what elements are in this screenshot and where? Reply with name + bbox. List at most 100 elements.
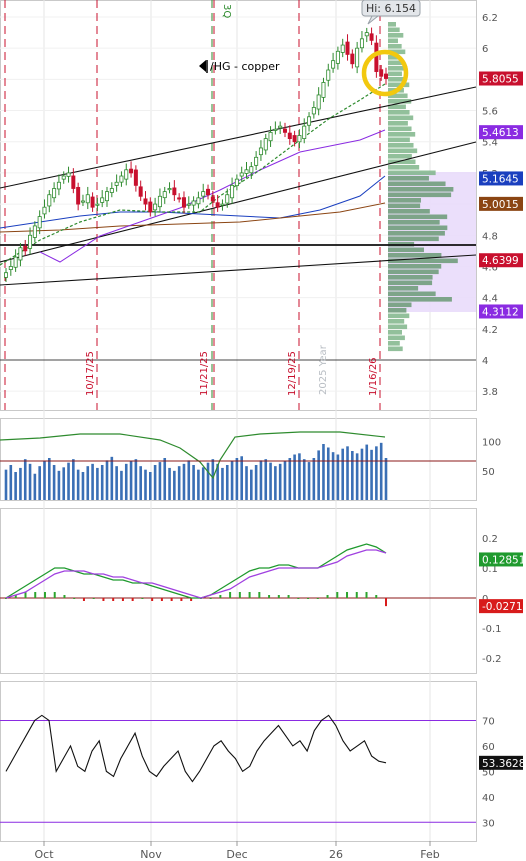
price-tag-label: 4.6399 <box>482 255 519 267</box>
volume-profile-bar <box>388 214 448 220</box>
volume-bar <box>139 466 142 500</box>
macd-histogram-bar <box>316 598 319 599</box>
time-tick-label: Dec <box>226 848 247 861</box>
candle-body <box>85 194 90 204</box>
volume-bar <box>38 466 41 500</box>
volume-profile-bar <box>388 231 445 236</box>
macd-histogram-bar <box>287 595 290 598</box>
candle-body <box>273 128 278 131</box>
volume-bar <box>225 465 229 500</box>
rsi-tick-label: 70 <box>482 716 495 727</box>
volume-profile-bar <box>388 110 410 115</box>
volume-bar <box>96 467 99 500</box>
candle-body <box>307 116 312 126</box>
candle-body <box>220 203 225 206</box>
volume-bar <box>120 470 123 500</box>
volume-bar <box>177 466 181 500</box>
price-tag-label: 5.8055 <box>482 74 519 86</box>
macd-histogram-bar <box>346 592 349 598</box>
candle-body <box>263 138 268 151</box>
candle-body <box>8 266 13 270</box>
volume-bar <box>134 459 138 500</box>
candle-body <box>18 247 23 261</box>
volume-profile-bar <box>388 38 398 44</box>
candle-body <box>321 82 326 98</box>
volume-profile-bar <box>388 192 452 198</box>
price-tick-label: 6.2 <box>482 13 498 24</box>
volume-bar <box>14 472 17 500</box>
candle-body <box>177 197 182 200</box>
volume-bar <box>302 459 306 500</box>
volume-bar <box>384 458 388 500</box>
candle-body <box>282 128 287 133</box>
volume-profile-bar <box>388 165 420 170</box>
candle-body <box>364 32 369 37</box>
volume-bar <box>230 461 234 500</box>
candle-body <box>186 203 191 206</box>
price-tick-label: 4 <box>482 356 488 367</box>
macd-histogram-bar <box>258 592 261 598</box>
price-tick-label: 4.2 <box>482 325 498 336</box>
candle-body <box>109 188 114 193</box>
volume-bar <box>163 458 167 500</box>
candle-body <box>157 195 162 208</box>
volume-profile-bar <box>388 258 458 264</box>
macd-histogram-bar <box>268 595 271 598</box>
volume-profile-bar <box>388 264 442 269</box>
volume-profile-bar <box>388 324 408 330</box>
candle-body <box>52 188 57 199</box>
volume-bar <box>240 456 243 500</box>
volume-bar <box>322 444 325 500</box>
volume-bar <box>201 467 205 500</box>
volume-bar <box>144 469 147 500</box>
candle-body <box>201 191 206 197</box>
macd-histogram-bar <box>355 592 358 598</box>
volume-profile-bar <box>388 33 404 38</box>
candle-body <box>71 175 76 189</box>
volume-bar <box>331 452 335 500</box>
volume-profile-bar <box>388 126 412 132</box>
macd-histogram-bar <box>73 598 76 599</box>
volume-bar <box>129 461 133 500</box>
candle-body <box>278 125 283 129</box>
volume-profile-bar <box>388 137 410 143</box>
volume-bar <box>100 465 104 500</box>
volume-profile-bar <box>388 341 400 346</box>
volume-tick-label: 50 <box>482 467 495 478</box>
candle-body <box>148 201 153 213</box>
volume-profile-bar <box>388 121 408 126</box>
volume-bar <box>52 465 56 500</box>
candle-body <box>311 107 316 115</box>
candle-body <box>191 200 196 206</box>
time-tick-label: Oct <box>34 848 54 861</box>
candle-body <box>37 216 42 229</box>
volume-profile-bar <box>388 209 430 214</box>
macd-histogram-bar <box>131 598 134 601</box>
macd-histogram-bar <box>229 592 232 598</box>
candle-body <box>61 175 66 180</box>
candle-body <box>206 188 211 196</box>
volume-profile-bar <box>388 280 433 286</box>
candle-body <box>345 41 350 55</box>
candle-body <box>124 169 129 180</box>
candle-body <box>4 272 9 278</box>
volume-bar <box>341 448 345 500</box>
volume-profile-bar <box>388 330 402 335</box>
candle-body <box>369 33 374 41</box>
volume-bar <box>278 463 282 500</box>
macd-tag-label: 0.12851 <box>482 554 525 566</box>
price-tick-label: 5.6 <box>482 107 498 118</box>
candle-body <box>268 131 273 142</box>
candle-body <box>129 168 134 174</box>
candle-body <box>254 156 259 166</box>
volume-bar <box>4 469 8 500</box>
candle-body <box>335 50 340 64</box>
candle-body <box>47 194 52 207</box>
volume-profile-bar <box>388 71 402 77</box>
volume-bar <box>360 448 364 500</box>
volume-bar <box>298 453 301 500</box>
volume-bar <box>274 466 277 500</box>
price-tick-label: 4.4 <box>482 294 498 305</box>
macd-histogram-bar <box>102 598 105 601</box>
macd-histogram-bar <box>219 595 222 598</box>
